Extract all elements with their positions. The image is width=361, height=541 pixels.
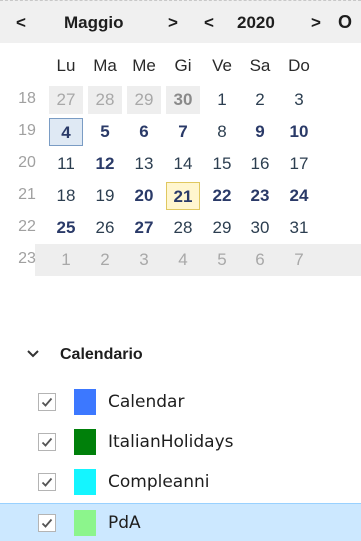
weekday-label: Me xyxy=(132,56,156,75)
day-cell[interactable]: 13 xyxy=(127,150,161,178)
day-cell[interactable]: 7 xyxy=(282,246,316,274)
day-cell[interactable]: 25 xyxy=(49,214,83,242)
calendar-visibility-checkbox[interactable] xyxy=(38,393,56,411)
day-cell[interactable]: 29 xyxy=(205,214,239,242)
day-cell[interactable]: 3 xyxy=(127,246,161,274)
day-cell[interactable]: 23 xyxy=(243,182,277,210)
calendar-name: Calendar xyxy=(108,392,185,412)
checkmark-icon xyxy=(41,477,53,487)
day-cell[interactable]: 11 xyxy=(49,150,83,178)
day-cell[interactable]: 5 xyxy=(88,118,122,146)
day-cell[interactable]: 16 xyxy=(243,150,277,178)
calendar-color-swatch xyxy=(74,429,96,455)
calendars-section-header[interactable]: Calendario xyxy=(0,341,361,369)
calendar-visibility-checkbox[interactable] xyxy=(38,514,56,532)
day-cell[interactable]: 27 xyxy=(49,86,83,114)
day-cell[interactable]: 31 xyxy=(282,214,316,242)
prev-month-button[interactable]: < xyxy=(16,1,26,44)
overflow-button[interactable]: O xyxy=(338,1,352,44)
day-cell[interactable]: 15 xyxy=(205,150,239,178)
next-month-button[interactable]: > xyxy=(168,1,178,44)
day-cell[interactable]: 6 xyxy=(243,246,277,274)
day-cell[interactable]: 10 xyxy=(282,118,316,146)
day-cell[interactable]: 27 xyxy=(127,214,161,242)
checkmark-icon xyxy=(41,397,53,407)
week-number: 23 xyxy=(18,250,36,267)
week-number: 20 xyxy=(18,154,36,171)
selected-day-cell[interactable]: 4 xyxy=(49,118,83,146)
year-label[interactable]: 2020 xyxy=(237,1,275,44)
day-cell[interactable]: 26 xyxy=(88,214,122,242)
next-year-button[interactable]: > xyxy=(311,1,321,44)
week-number: 18 xyxy=(18,90,36,107)
calendar-item[interactable]: PdA xyxy=(0,503,361,541)
calendar-name: Compleanni xyxy=(108,472,210,492)
checkmark-icon xyxy=(41,518,53,528)
day-cell[interactable]: 1 xyxy=(49,246,83,274)
day-cell[interactable]: 22 xyxy=(205,182,239,210)
day-cell[interactable]: 30 xyxy=(243,214,277,242)
today-day-cell[interactable]: 21 xyxy=(166,182,200,210)
weekday-label: Lu xyxy=(56,56,76,75)
chevron-down-icon[interactable] xyxy=(26,345,40,363)
day-cell[interactable]: 12 xyxy=(88,150,122,178)
day-cell[interactable]: 9 xyxy=(243,118,277,146)
day-cell[interactable]: 18 xyxy=(49,182,83,210)
month-year-navigator: < Maggio > < 2020 > O xyxy=(0,0,361,43)
calendar-color-swatch xyxy=(74,389,96,415)
week-number: 21 xyxy=(18,186,36,203)
calendars-section-title: Calendario xyxy=(60,346,143,363)
calendar-visibility-checkbox[interactable] xyxy=(38,473,56,491)
day-cell[interactable]: 7 xyxy=(166,118,200,146)
weekday-label: Do xyxy=(288,56,310,75)
weekday-label: Gi xyxy=(174,56,192,75)
checkmark-icon xyxy=(41,437,53,447)
day-cell[interactable]: 19 xyxy=(88,182,122,210)
day-cell[interactable]: 2 xyxy=(243,86,277,114)
weekday-label: Sa xyxy=(249,56,271,75)
weekday-label: Ve xyxy=(212,56,232,75)
calendar-color-swatch xyxy=(74,510,96,536)
day-cell[interactable]: 28 xyxy=(166,214,200,242)
day-cell[interactable]: 5 xyxy=(205,246,239,274)
day-cell[interactable]: 6 xyxy=(127,118,161,146)
day-cell[interactable]: 8 xyxy=(205,118,239,146)
day-cell[interactable]: 30 xyxy=(166,86,200,114)
day-cell[interactable]: 24 xyxy=(282,182,316,210)
day-cell[interactable]: 2 xyxy=(88,246,122,274)
calendar-name: ItalianHolidays xyxy=(108,432,234,452)
day-cell[interactable]: 4 xyxy=(166,246,200,274)
day-cell[interactable]: 1 xyxy=(205,86,239,114)
day-cell[interactable]: 29 xyxy=(127,86,161,114)
day-cell[interactable]: 20 xyxy=(127,182,161,210)
day-cell[interactable]: 28 xyxy=(88,86,122,114)
calendar-item[interactable]: Calendar xyxy=(0,383,361,421)
calendar-color-swatch xyxy=(74,469,96,495)
calendar-item[interactable]: ItalianHolidays xyxy=(0,423,361,461)
week-number: 19 xyxy=(18,122,36,139)
weekday-label: Ma xyxy=(93,56,117,75)
day-cell[interactable]: 3 xyxy=(282,86,316,114)
day-cell[interactable]: 14 xyxy=(166,150,200,178)
calendar-item[interactable]: Compleanni xyxy=(0,463,361,501)
month-label[interactable]: Maggio xyxy=(64,1,124,44)
calendar-name: PdA xyxy=(108,513,141,533)
week-number: 22 xyxy=(18,218,36,235)
calendar-visibility-checkbox[interactable] xyxy=(38,433,56,451)
prev-year-button[interactable]: < xyxy=(204,1,214,44)
day-cell[interactable]: 17 xyxy=(282,150,316,178)
